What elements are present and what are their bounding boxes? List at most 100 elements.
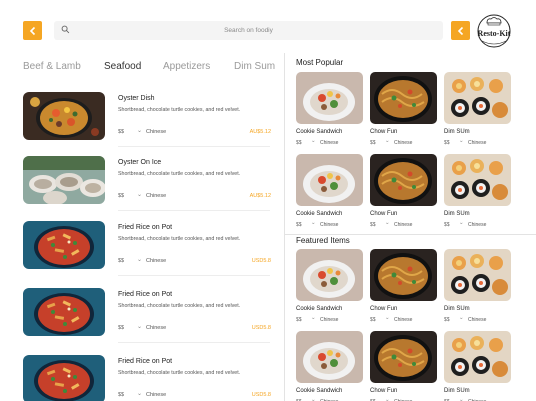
chevron-down-icon: ⌄ bbox=[311, 138, 316, 144]
dish-list-item[interactable]: Fried Rice on Pot Shortbread, chocolate t… bbox=[23, 355, 273, 401]
dish-price: USD5.8 bbox=[251, 392, 271, 398]
food-card[interactable]: Chow Fun $$ ⌄ Chinese bbox=[370, 72, 437, 152]
dish-description: Shortbread, chocolate turtle cookies, an… bbox=[118, 303, 241, 309]
food-card-price-tier: $$ bbox=[370, 222, 376, 228]
dish-list-item[interactable]: Fried Rice on Pot Shortbread, chocolate t… bbox=[23, 288, 273, 348]
row-separator bbox=[118, 275, 270, 276]
food-card-image bbox=[444, 331, 511, 383]
tab-appetizers[interactable]: Appetizers bbox=[163, 61, 210, 72]
back-button[interactable] bbox=[23, 21, 42, 40]
back-button-secondary[interactable] bbox=[451, 21, 470, 40]
food-card-name: Chow Fun bbox=[370, 129, 398, 135]
food-card[interactable]: Dim SUm$$⌄Chinese bbox=[444, 72, 511, 152]
food-card[interactable]: Chow Fun$$⌄Chinese bbox=[370, 331, 437, 401]
food-card-image bbox=[370, 331, 437, 383]
chevron-down-icon: ⌄ bbox=[137, 391, 143, 397]
food-card-price-tier: $$ bbox=[296, 317, 302, 323]
chevron-down-icon: ⌄ bbox=[311, 397, 316, 401]
dish-price: USD5.8 bbox=[251, 325, 271, 331]
chevron-down-icon: ⌄ bbox=[385, 138, 390, 144]
search-bar[interactable] bbox=[54, 21, 443, 40]
dish-price: AU$5.12 bbox=[249, 193, 271, 199]
row-separator bbox=[118, 342, 270, 343]
food-card-price-tier: $$ bbox=[370, 140, 376, 146]
food-card-image bbox=[296, 331, 363, 383]
food-card[interactable]: Chow Fun $$ ⌄ Chinese bbox=[370, 154, 437, 234]
tab-seafood[interactable]: Seafood bbox=[104, 61, 141, 72]
food-card[interactable]: Dim SUm$$⌄Chinese bbox=[444, 331, 511, 401]
food-card-image bbox=[370, 72, 437, 124]
food-card-image bbox=[296, 154, 363, 206]
food-card-cuisine: Chinese bbox=[468, 140, 487, 146]
search-input[interactable] bbox=[54, 21, 443, 40]
chevron-down-icon: ⌄ bbox=[385, 315, 390, 321]
food-card-cuisine: Chinese bbox=[468, 317, 487, 323]
chevron-down-icon: ⌄ bbox=[311, 220, 316, 226]
chevron-down-icon: ⌄ bbox=[459, 138, 464, 144]
food-card-name: Dim SUm bbox=[444, 388, 470, 394]
chevron-down-icon: ⌄ bbox=[311, 315, 316, 321]
food-card-name: Cookie Sandwich bbox=[296, 129, 343, 135]
food-card-cuisine: Chinese bbox=[320, 140, 339, 146]
dish-description: Shortbread, chocolate turtle cookies, an… bbox=[118, 107, 241, 113]
dish-cuisine: Chinese bbox=[146, 193, 167, 199]
dish-price-tier: $$ bbox=[118, 258, 125, 264]
dish-image bbox=[23, 221, 105, 269]
dish-name: Fried Rice on Pot bbox=[118, 224, 173, 231]
dish-name: Oyster Dish bbox=[118, 95, 155, 102]
food-card-name: Chow Fun bbox=[370, 211, 398, 217]
food-card[interactable]: Cookie Sandwich $$ ⌄ Chinese bbox=[296, 154, 363, 234]
dish-description: Shortbread, chocolate turtle cookies, an… bbox=[118, 236, 241, 242]
food-card-cuisine: Chinese bbox=[394, 222, 413, 228]
dish-price-tier: $$ bbox=[118, 392, 125, 398]
dish-description: Shortbread, chocolate turtle cookies, an… bbox=[118, 370, 241, 376]
row-separator bbox=[118, 146, 270, 147]
food-card-price-tier: $$ bbox=[296, 222, 302, 228]
section-divider bbox=[285, 234, 536, 235]
dish-image bbox=[23, 92, 105, 140]
dish-list-item[interactable]: Oyster Dish Shortbread, chocolate turtle … bbox=[23, 92, 273, 152]
food-card[interactable]: Cookie Sandwich$$⌄Chinese bbox=[296, 72, 363, 152]
food-card-cuisine: Chinese bbox=[320, 222, 339, 228]
search-icon bbox=[61, 25, 70, 34]
food-card[interactable]: Dim SUm$$⌄Chinese bbox=[444, 249, 511, 329]
food-card-name: Dim SUm bbox=[444, 211, 470, 217]
category-tabs: Beef & Lamb Seafood Appetizers Dim Sum bbox=[23, 61, 278, 75]
chevron-down-icon: ⌄ bbox=[459, 397, 464, 401]
dish-name: Fried Rice on Pot bbox=[118, 291, 173, 298]
chevron-down-icon: ⌄ bbox=[137, 192, 143, 198]
dish-image bbox=[23, 355, 105, 401]
chevron-down-icon: ⌄ bbox=[459, 315, 464, 321]
food-card[interactable]: Cookie Sandwich $$ ⌄ Chinese bbox=[296, 249, 363, 329]
chevron-down-icon: ⌄ bbox=[385, 220, 390, 226]
tab-dim-sum[interactable]: Dim Sum bbox=[234, 61, 275, 72]
chevron-left-icon bbox=[29, 26, 35, 35]
tab-beef-lamb[interactable]: Beef & Lamb bbox=[23, 61, 81, 72]
food-card-name: Dim SUm bbox=[444, 129, 470, 135]
food-card-name: Cookie Sandwich bbox=[296, 211, 343, 217]
food-card[interactable]: Chow Fun$$⌄Chinese bbox=[370, 249, 437, 329]
chevron-down-icon: ⌄ bbox=[459, 220, 464, 226]
chevron-down-icon: ⌄ bbox=[137, 257, 143, 263]
most-popular-title: Most Popular bbox=[296, 58, 344, 67]
food-card-cuisine: Chinese bbox=[394, 140, 413, 146]
food-card-image bbox=[296, 249, 363, 301]
food-card-cuisine: Chinese bbox=[394, 317, 413, 323]
food-card[interactable]: Cookie Sandwich$$⌄Chinese bbox=[296, 331, 363, 401]
food-card[interactable]: Dim SUm$$⌄Chinese bbox=[444, 154, 511, 234]
chevron-down-icon: ⌄ bbox=[385, 397, 390, 401]
food-card-image bbox=[444, 249, 511, 301]
dish-list-item[interactable]: Oyster On Ice Shortbread, chocolate turtl… bbox=[23, 156, 273, 216]
food-card-cuisine: Chinese bbox=[468, 222, 487, 228]
food-card-image bbox=[444, 72, 511, 124]
dish-price-tier: $$ bbox=[118, 193, 125, 199]
dish-list-item[interactable]: Fried Rice on Pot Shortbread, chocolate t… bbox=[23, 221, 273, 281]
food-card-name: Dim SUm bbox=[444, 306, 470, 312]
dish-description: Shortbread, chocolate turtle cookies, an… bbox=[118, 171, 241, 177]
food-card-cuisine: Chinese bbox=[320, 317, 339, 323]
dish-price: USD5.8 bbox=[251, 258, 271, 264]
chevron-down-icon: ⌄ bbox=[137, 128, 143, 134]
dish-name: Oyster On Ice bbox=[118, 159, 162, 166]
food-card-image bbox=[296, 72, 363, 124]
food-card-name: Cookie Sandwich bbox=[296, 306, 343, 312]
